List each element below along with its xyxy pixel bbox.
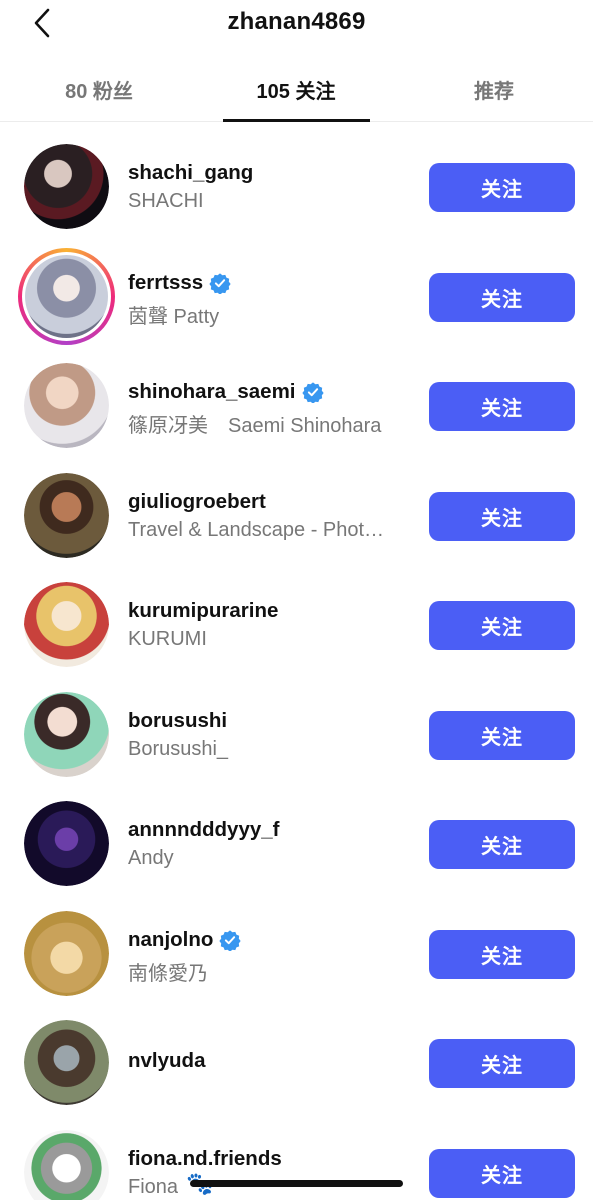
avatar-image xyxy=(24,910,109,996)
avatar[interactable] xyxy=(24,801,109,886)
tab-suggested[interactable]: 推荐 xyxy=(395,56,593,122)
avatar[interactable] xyxy=(24,1129,109,1200)
avatar-image xyxy=(24,582,109,667)
avatar[interactable] xyxy=(24,910,109,996)
username[interactable]: shinohara_saemi xyxy=(128,380,296,404)
avatar[interactable] xyxy=(24,144,109,229)
avatar-image xyxy=(24,801,109,886)
user-info: ferrtsss 茵聲 Patty xyxy=(128,270,413,329)
username[interactable]: kurumipurarine xyxy=(128,599,278,623)
list-item[interactable]: shinohara_saemi 篠原冴美 Saemi Shinohara 关注 xyxy=(0,341,593,451)
username[interactable]: fiona.nd.friends xyxy=(128,1147,282,1171)
username-line: fiona.nd.friends xyxy=(128,1146,413,1172)
user-info: fiona.nd.friends Fiona xyxy=(128,1146,413,1199)
avatar-image xyxy=(24,144,109,229)
list-item[interactable]: borusushi Borusushi_ 关注 xyxy=(0,670,593,780)
user-info: borusushi Borusushi_ xyxy=(128,708,413,761)
list-item[interactable]: ferrtsss 茵聲 Patty 关注 xyxy=(0,232,593,345)
avatar[interactable] xyxy=(24,1020,109,1105)
avatar-image xyxy=(24,1020,109,1105)
user-info: annnndddyyy_f Andy xyxy=(128,817,413,870)
user-info: kurumipurarine KURUMI xyxy=(128,598,413,651)
list-item[interactable]: shachi_gang SHACHI 关注 xyxy=(0,122,593,232)
follow-button[interactable]: 关注 xyxy=(429,820,575,869)
list-item[interactable]: annnndddyyy_f Andy 关注 xyxy=(0,779,593,889)
tab-followers[interactable]: 80 粉丝 xyxy=(0,56,198,122)
username[interactable]: nvlyuda xyxy=(128,1049,205,1073)
user-info: giuliogroebert Travel & Landscape - Phot… xyxy=(128,489,413,542)
avatar-image xyxy=(24,363,109,448)
list-item[interactable]: nanjolno 南條愛乃 关注 xyxy=(0,889,593,999)
following-list: shachi_gang SHACHI 关注 ferrtsss 茵聲 Patty … xyxy=(0,122,593,1200)
username[interactable]: shachi_gang xyxy=(128,161,253,185)
user-info: nanjolno 南條愛乃 xyxy=(128,927,413,986)
tab-following[interactable]: 105 关注 xyxy=(197,56,395,122)
full-name: KURUMI xyxy=(128,628,207,650)
follow-button[interactable]: 关注 xyxy=(429,491,575,541)
avatar-image xyxy=(24,691,109,777)
verified-badge-icon xyxy=(209,272,231,294)
follow-button[interactable]: 关注 xyxy=(429,1039,575,1088)
follow-button[interactable]: 关注 xyxy=(429,710,575,760)
following-page: zhanan4869 80 粉丝 105 关注 推荐 shachi_gang S… xyxy=(0,0,593,1200)
username-line: ferrtsss xyxy=(128,270,413,296)
full-name: 篠原冴美 Saemi Shinohara xyxy=(128,415,382,437)
full-name: SHACHI xyxy=(128,190,204,212)
avatar[interactable] xyxy=(24,582,109,667)
verified-badge-icon xyxy=(219,929,242,951)
page-title: zhanan4869 xyxy=(227,8,366,35)
username-line: giuliogroebert xyxy=(128,489,413,515)
verified-badge-icon xyxy=(301,382,324,403)
username-line: nanjolno xyxy=(128,927,413,953)
follow-button[interactable]: 关注 xyxy=(429,601,575,650)
home-indicator xyxy=(190,1180,403,1187)
full-name: 南條愛乃 xyxy=(128,962,208,985)
username-line: shachi_gang xyxy=(128,160,413,186)
full-name: Fiona xyxy=(128,1175,179,1198)
avatar-image xyxy=(25,254,108,338)
avatar-image xyxy=(24,472,109,558)
username[interactable]: nanjolno xyxy=(128,928,213,952)
avatar[interactable] xyxy=(24,363,109,448)
username-line: kurumipurarine xyxy=(128,598,413,624)
list-item[interactable]: kurumipurarine KURUMI 关注 xyxy=(0,560,593,670)
follow-button[interactable]: 关注 xyxy=(429,929,575,979)
follow-button[interactable]: 关注 xyxy=(429,1148,575,1198)
avatar-image xyxy=(24,1129,109,1200)
avatar[interactable] xyxy=(18,247,115,345)
username[interactable]: ferrtsss xyxy=(128,271,203,295)
full-name: Andy xyxy=(128,847,174,869)
tab-bar: 80 粉丝 105 关注 推荐 xyxy=(0,56,593,122)
avatar[interactable] xyxy=(24,691,109,777)
follow-button[interactable]: 关注 xyxy=(429,163,575,212)
full-name: Borusushi_ xyxy=(128,737,229,760)
username[interactable]: giuliogroebert xyxy=(128,490,266,514)
username-line: nvlyuda xyxy=(128,1048,413,1074)
username[interactable]: borusushi xyxy=(128,709,227,733)
user-info: nvlyuda xyxy=(128,1048,413,1074)
username-line: annnndddyyy_f xyxy=(128,817,413,843)
full-name: 茵聲 Patty xyxy=(128,305,220,328)
list-item[interactable]: nvlyuda 关注 xyxy=(0,998,593,1108)
user-info: shinohara_saemi 篠原冴美 Saemi Shinohara xyxy=(128,379,413,438)
username[interactable]: annnndddyyy_f xyxy=(128,818,280,842)
follow-button[interactable]: 关注 xyxy=(429,382,575,431)
follow-button[interactable]: 关注 xyxy=(429,272,575,322)
story-ring xyxy=(22,251,111,341)
avatar[interactable] xyxy=(24,472,109,558)
username-line: borusushi xyxy=(128,708,413,734)
username-line: shinohara_saemi xyxy=(128,379,413,405)
full-name: Travel & Landscape - Phot… xyxy=(128,518,385,541)
list-item[interactable]: giuliogroebert Travel & Landscape - Phot… xyxy=(0,451,593,561)
header: zhanan4869 xyxy=(0,0,593,48)
user-info: shachi_gang SHACHI xyxy=(128,160,413,213)
